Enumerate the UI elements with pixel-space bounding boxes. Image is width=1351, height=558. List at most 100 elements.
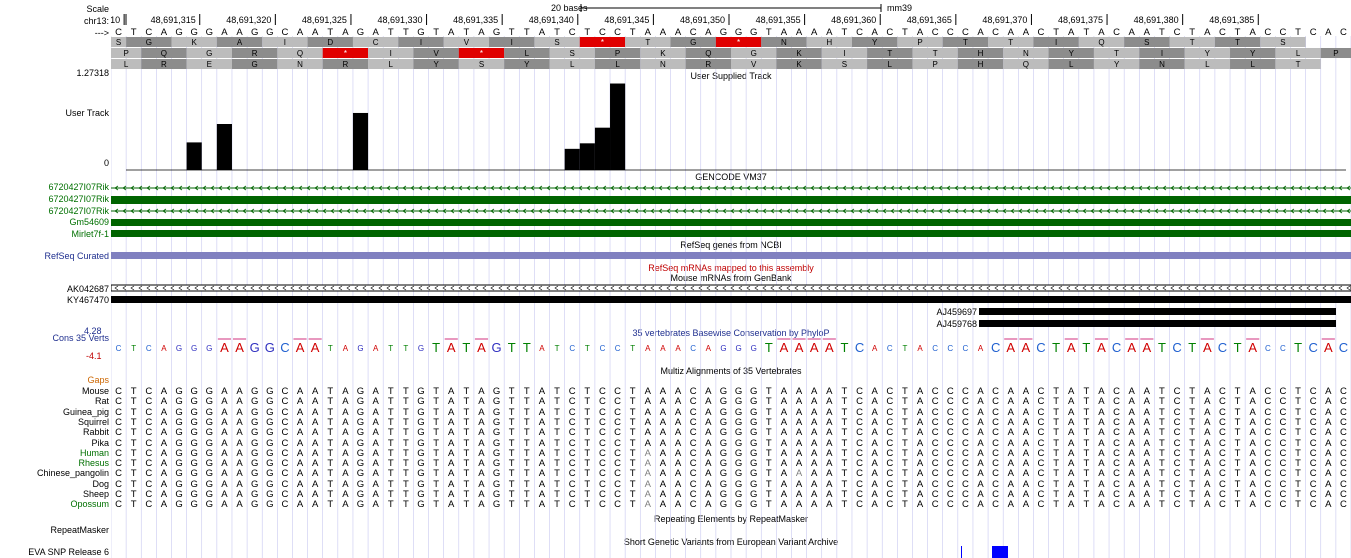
conservation-base: C [991, 340, 1000, 355]
alignment-base: A [1022, 499, 1030, 511]
dna-base: T [1159, 27, 1165, 38]
position-tick-label: 48,691,385 [1209, 15, 1254, 25]
alignment-base: A [221, 499, 228, 511]
conservation-base: C [887, 344, 893, 353]
amino-acid-letter: L [1296, 49, 1301, 58]
alignment-base: C [931, 499, 939, 511]
amino-acid-letter: S [554, 38, 559, 47]
eva-label[interactable]: EVA SNP Release 6 [0, 547, 109, 558]
dna-base: G [190, 27, 198, 38]
amino-acid-letter: D [327, 38, 333, 47]
amino-acid-letter: C [373, 38, 379, 47]
amino-acid-letter: N [781, 38, 787, 47]
conservation-base: A [825, 340, 834, 355]
amino-acid-letter: S [1144, 38, 1149, 47]
ruler-chrom-label[interactable]: chr13: [0, 16, 109, 27]
alignment-base: G [190, 499, 198, 511]
conservation-base: C [932, 344, 938, 353]
dna-base: A [705, 27, 712, 38]
alignment-base: A [1098, 499, 1105, 511]
conservation-base: A [872, 344, 878, 353]
gencode-item-label[interactable]: Mirlet7f-1 [0, 229, 109, 240]
conservation-base: A [1143, 340, 1152, 355]
amino-acid-letter: L [888, 60, 893, 69]
conservation-base: A [917, 344, 923, 353]
dna-base: A [826, 27, 833, 38]
gencode-item-label[interactable]: 6720427I07Rik [0, 182, 109, 193]
conservation-base: T [1082, 340, 1090, 355]
amino-acid-letter: R [705, 60, 711, 69]
alignment-base: C [856, 499, 863, 511]
conservation-base: A [1324, 340, 1333, 355]
alignment-base: A [311, 499, 319, 511]
dna-base: C [1113, 27, 1121, 38]
gencode-item-label[interactable]: 6720427I07Rik [0, 206, 109, 217]
mrna-item-label[interactable]: AK042687 [0, 284, 109, 295]
dna-base: A [659, 27, 667, 38]
dna-base: C [145, 27, 153, 38]
ruler-scale-label[interactable]: Scale [0, 4, 109, 15]
position-tick-label: 48,691,365 [907, 15, 952, 25]
amino-acid-letter: I [1055, 38, 1057, 47]
amino-acid-letter: L [525, 49, 530, 58]
repeatmasker-label[interactable]: RepeatMasker [0, 525, 109, 536]
user-track-bar [579, 143, 595, 170]
amino-acid-letter: G [252, 60, 258, 69]
dna-base: C [1339, 27, 1347, 38]
mrna-block [979, 320, 1336, 327]
alignment-base: T [508, 499, 515, 511]
alignment-base: T [402, 499, 409, 511]
conservation-base: C [600, 344, 606, 353]
conservation-base: T [902, 344, 907, 353]
dna-base: A [448, 27, 455, 38]
conservation-base: C [1112, 340, 1121, 355]
alignment-base: A [780, 499, 788, 511]
dna-base: C [599, 27, 606, 38]
mrna-item-label[interactable]: KY467470 [0, 295, 109, 306]
refseq-label[interactable]: RefSeq Curated [0, 251, 109, 262]
conservation-base: C [1265, 344, 1271, 353]
alignment-base: A [236, 499, 243, 511]
dna-base: A [1325, 27, 1332, 38]
amino-acid-letter: T [887, 49, 892, 58]
conservation-base: G [720, 344, 726, 353]
amino-acid-letter: E [207, 60, 212, 69]
alignment-base: A [826, 499, 833, 511]
gene-exon-block [111, 230, 1351, 237]
alignment-base: G [749, 499, 758, 511]
conservation-base: A [1203, 340, 1212, 355]
amino-acid-letter: S [479, 60, 484, 69]
gencode-item-label[interactable]: Gm54609 [0, 217, 109, 228]
dna-base: A [644, 27, 651, 38]
dna-base: G [749, 27, 758, 38]
amino-acid-letter: Q [1023, 60, 1029, 69]
dna-base: C [946, 27, 954, 38]
conservation-base: T [555, 344, 560, 353]
conservation-base: A [978, 344, 984, 353]
dna-base: A [810, 27, 818, 38]
dna-base: A [977, 27, 984, 38]
conservation-base: A [810, 340, 819, 355]
dna-base: C [992, 27, 1000, 38]
gaps-label[interactable]: Gaps [0, 375, 109, 386]
species-label[interactable]: Opossum [0, 499, 109, 510]
conservation-base: A [373, 344, 379, 353]
alignment-base: G [417, 499, 425, 511]
alignment-base: A [810, 499, 818, 511]
position-tick-label: 48,691,360 [831, 15, 876, 25]
conservation-base: G [735, 344, 741, 353]
alignment-base: T [1159, 499, 1165, 511]
alignment-base: T [765, 499, 772, 511]
amino-acid-letter: H [978, 49, 984, 58]
conservation-base: T [630, 344, 635, 353]
gencode-item-label[interactable]: 6720427I07Rik [0, 194, 109, 205]
dna-base: T [463, 27, 470, 38]
alignment-base: C [599, 499, 606, 511]
user-track-label[interactable]: User Track [0, 108, 109, 119]
amino-acid-letter: P [917, 38, 922, 47]
dna-base: G [734, 27, 743, 38]
amino-acid-letter: G [751, 49, 757, 58]
conservation-base: G [492, 340, 502, 355]
dna-base: C [281, 27, 289, 38]
conservation-base: T [388, 344, 393, 353]
